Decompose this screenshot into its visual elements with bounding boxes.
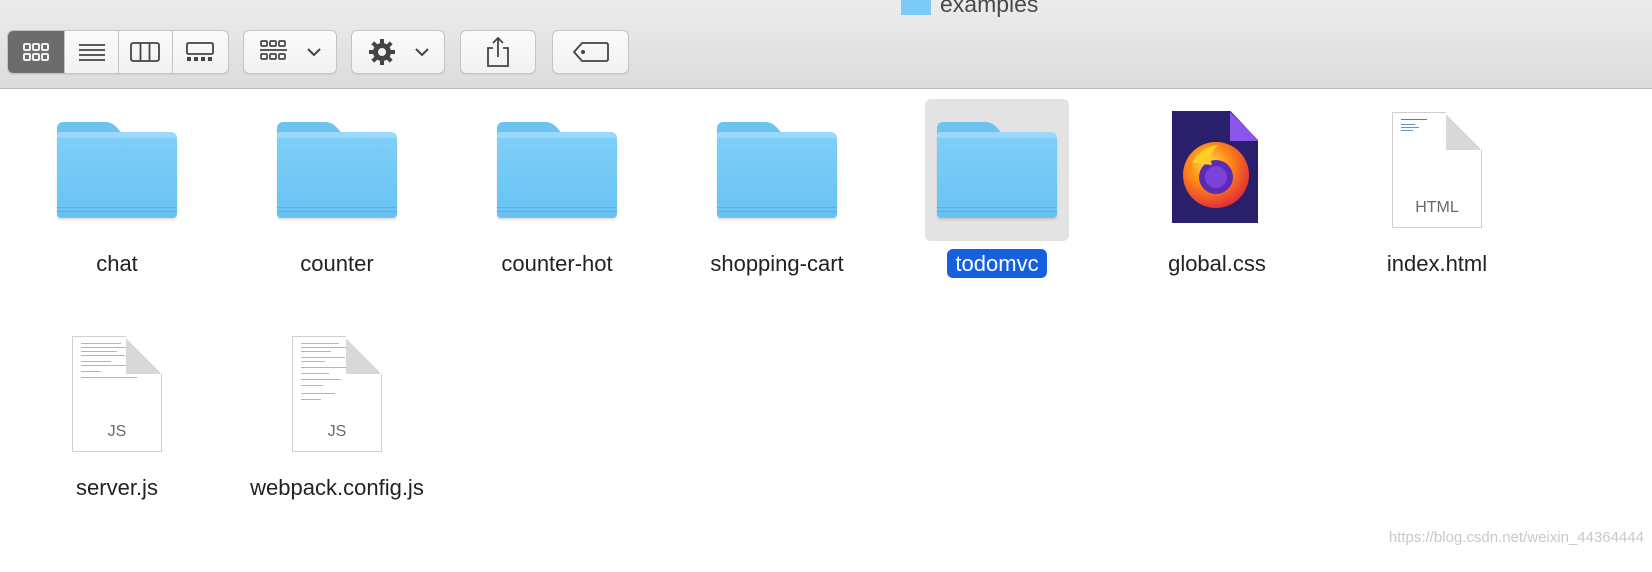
column-view-button[interactable] xyxy=(119,31,173,73)
js-document-icon: JS xyxy=(45,323,189,465)
file-kind-label: JS xyxy=(107,423,127,440)
column-view-icon xyxy=(130,42,161,62)
icon-view-icon xyxy=(22,42,50,62)
tag-button[interactable] xyxy=(552,30,629,74)
file-name: index.html xyxy=(1386,251,1488,276)
window-title: examples xyxy=(900,0,1038,20)
window-title-text: examples xyxy=(940,0,1039,17)
file-kind-label: HTML xyxy=(1415,199,1459,216)
view-mode-control xyxy=(7,30,229,74)
js-document-icon: JS xyxy=(265,323,409,465)
finder-toolbar: examples xyxy=(0,0,1652,89)
chevron-down-icon xyxy=(415,47,429,57)
folder-icon xyxy=(900,0,932,15)
tag-icon xyxy=(572,41,610,63)
action-menu-button[interactable] xyxy=(351,30,445,74)
list-view-button[interactable] xyxy=(65,31,119,73)
html-document-icon: HTML xyxy=(1365,99,1509,241)
folder-icon xyxy=(485,99,629,241)
file-name: counter xyxy=(300,251,374,276)
folder-icon xyxy=(705,99,849,241)
file-name: shopping-cart xyxy=(710,251,844,276)
file-name-selected: todomvc xyxy=(947,249,1047,278)
icon-view-button[interactable] xyxy=(8,31,66,73)
folder-icon xyxy=(45,99,189,241)
file-name: server.js xyxy=(76,475,158,500)
folder-icon xyxy=(925,99,1069,241)
file-name: counter-hot xyxy=(501,251,613,276)
share-icon xyxy=(485,36,511,68)
file-name: global.css xyxy=(1168,251,1266,276)
file-name: chat xyxy=(96,251,138,276)
gallery-view-button[interactable] xyxy=(173,31,228,73)
list-view-icon xyxy=(78,42,106,62)
gear-icon xyxy=(367,37,397,67)
watermark: https://blog.csdn.net/weixin_44364444 xyxy=(1388,529,1644,546)
folder-icon xyxy=(265,99,409,241)
file-name: webpack.config.js xyxy=(250,475,424,500)
file-kind-label: JS xyxy=(327,423,347,440)
group-by-icon xyxy=(259,40,289,64)
group-by-button[interactable] xyxy=(243,30,337,74)
chevron-down-icon xyxy=(307,47,321,57)
firefox-document-icon xyxy=(1145,99,1289,241)
share-button[interactable] xyxy=(460,30,536,74)
gallery-view-icon xyxy=(185,42,215,62)
